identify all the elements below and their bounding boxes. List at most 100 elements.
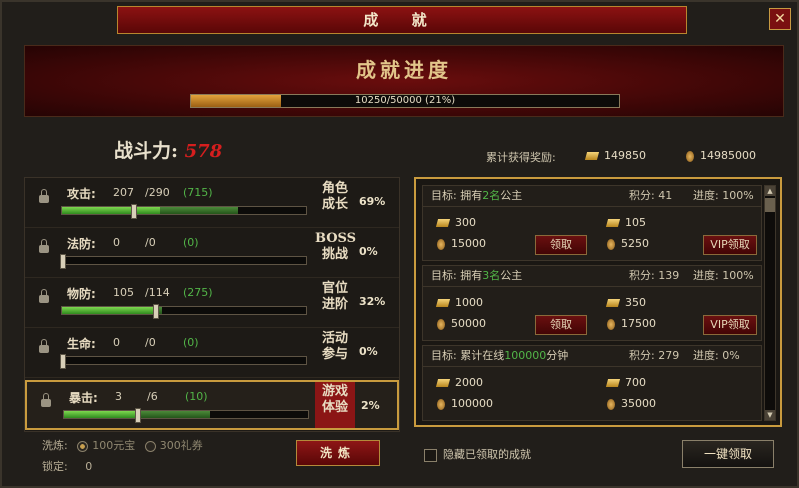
radio-coupon[interactable] xyxy=(144,440,156,452)
vip-claim-button[interactable]: VIP领取 xyxy=(703,235,757,255)
achievement-card: 目标: 累计在线100000分钟 积分: 279 进度: 0% 2000 100… xyxy=(422,345,762,421)
achievement-points: 积分: 139 xyxy=(629,269,680,282)
stat-slider-knob[interactable] xyxy=(135,408,142,423)
stat-row-hp[interactable]: 生命: 0 /0 (0) 活动 参与 0% xyxy=(25,328,399,378)
achievement-window: 成 就 ✕ 成就进度 10250/50000 (21%) 战斗力: 578 累计… xyxy=(0,0,799,488)
coin-icon xyxy=(686,150,694,162)
coin-icon xyxy=(607,398,615,410)
combat-power-label: 战斗力: xyxy=(114,140,179,162)
scroll-down-icon[interactable]: ▼ xyxy=(765,410,775,420)
lock-icon[interactable] xyxy=(39,339,49,353)
stat-extra: (0) xyxy=(183,336,199,349)
claim-all-button[interactable]: 一键领取 xyxy=(682,440,774,468)
wash-option-coupon[interactable]: 300礼券 xyxy=(160,439,203,452)
banner-title: 成就进度 xyxy=(356,58,452,82)
category-percent: 2% xyxy=(361,399,380,412)
stat-current: 3 xyxy=(115,390,122,403)
scroll-thumb[interactable] xyxy=(765,198,775,212)
category-percent: 32% xyxy=(359,295,386,308)
stat-bar xyxy=(63,408,309,423)
stats-panel: 攻击: 207 /290 (715) 角色 成长 69% 法防: 0 /0 (0)… xyxy=(24,177,400,432)
total-reward-coin: 14985000 xyxy=(686,149,756,162)
claim-button[interactable]: 领取 xyxy=(535,235,587,255)
category-line1: 游戏 xyxy=(321,384,348,399)
progress-banner: 成就进度 10250/50000 (21%) xyxy=(24,45,784,117)
scroll-up-icon[interactable]: ▲ xyxy=(765,186,775,196)
coin-icon xyxy=(437,238,445,250)
total-gold-value: 149850 xyxy=(604,149,646,162)
stat-row-magic-def[interactable]: 法防: 0 /0 (0) BOSS 挑战 0% xyxy=(25,228,399,278)
gold-ingot-icon xyxy=(605,299,621,307)
close-button[interactable]: ✕ xyxy=(769,8,791,30)
category-percent: 0% xyxy=(359,245,378,258)
stat-current: 207 xyxy=(113,186,134,199)
gold-ingot-icon xyxy=(435,299,451,307)
stat-max: /6 xyxy=(147,390,158,403)
total-reward-label: 累计获得奖励: xyxy=(486,151,556,164)
stat-row-crit[interactable]: 暴击: 3 /6 (10) 游戏 体验 2% xyxy=(25,380,399,430)
total-coin-value: 14985000 xyxy=(700,149,756,162)
claim-button[interactable]: 领取 xyxy=(535,315,587,335)
stat-name: 攻击: xyxy=(67,187,96,201)
lock-icon[interactable] xyxy=(39,189,49,203)
category-game-experience[interactable]: 游戏 体验 xyxy=(315,382,355,428)
vip-reward-gold: 700 xyxy=(605,376,646,389)
achievement-card: 目标: 拥有2名公主 积分: 41 进度: 100% 300 15000 105… xyxy=(422,185,762,261)
category-line2: 挑战 xyxy=(321,247,348,262)
combat-power: 战斗力: 578 xyxy=(114,136,222,163)
category-boss-challenge[interactable]: BOSS 挑战 xyxy=(315,231,356,273)
radio-yuanbao[interactable] xyxy=(77,440,89,452)
list-scrollbar[interactable]: ▲ ▼ xyxy=(764,185,776,421)
lock-icon[interactable] xyxy=(39,289,49,303)
stat-bar xyxy=(60,354,307,369)
hide-claimed-toggle[interactable]: 隐藏已领取的成就 xyxy=(424,446,531,462)
achievement-goal: 目标: 拥有3名公主 xyxy=(431,269,523,282)
lock-count: 锁定: 0 xyxy=(42,458,92,474)
lock-value: 0 xyxy=(85,460,93,473)
stat-extra: (715) xyxy=(183,186,213,199)
stat-name: 暴击: xyxy=(69,391,98,405)
category-event-participation[interactable]: 活动 参与 xyxy=(315,331,355,373)
hide-claimed-label: 隐藏已领取的成就 xyxy=(443,448,531,461)
hide-claimed-checkbox[interactable] xyxy=(424,448,437,462)
total-progress-bar: 10250/50000 (21%) xyxy=(190,94,620,108)
vip-reward-coin: 17500 xyxy=(607,317,656,330)
reward-gold: 300 xyxy=(435,216,476,229)
coin-icon xyxy=(437,398,445,410)
lock-icon[interactable] xyxy=(41,393,51,407)
stat-row-attack[interactable]: 攻击: 207 /290 (715) 角色 成长 69% xyxy=(25,178,399,228)
gold-ingot-icon xyxy=(605,219,621,227)
stat-slider-knob[interactable] xyxy=(60,254,66,269)
category-percent: 69% xyxy=(359,195,386,208)
stat-max: /0 xyxy=(145,236,156,249)
gold-ingot-icon xyxy=(435,219,451,227)
category-line2: 体验 xyxy=(321,400,348,415)
window-title: 成 就 xyxy=(117,6,687,34)
stat-row-phys-def[interactable]: 物防: 105 /114 (275) 官位 进阶 32% xyxy=(25,278,399,328)
achievement-progress: 进度: 0% xyxy=(693,349,740,362)
stat-current: 0 xyxy=(113,336,120,349)
category-role-growth[interactable]: 角色 成长 xyxy=(315,181,355,223)
stat-slider-knob[interactable] xyxy=(60,354,66,369)
achievement-points: 积分: 279 xyxy=(629,349,680,362)
vip-reward-gold: 105 xyxy=(605,216,646,229)
category-rank-advance[interactable]: 官位 进阶 xyxy=(315,281,355,323)
category-line2: 成长 xyxy=(321,197,348,212)
stat-extra: (0) xyxy=(183,236,199,249)
category-line2: 进阶 xyxy=(321,297,348,312)
achievement-progress: 进度: 100% xyxy=(693,269,754,282)
reward-coin: 50000 xyxy=(437,317,486,330)
lock-icon[interactable] xyxy=(39,239,49,253)
wash-button[interactable]: 洗炼 xyxy=(296,440,380,466)
stat-bar xyxy=(60,254,307,269)
vip-reward-coin: 35000 xyxy=(607,397,656,410)
stat-max: /0 xyxy=(145,336,156,349)
vip-claim-button[interactable]: VIP领取 xyxy=(703,315,757,335)
stat-slider-knob[interactable] xyxy=(130,204,137,219)
wash-option-yuanbao[interactable]: 100元宝 xyxy=(92,439,135,452)
stat-current: 105 xyxy=(113,286,134,299)
wash-label: 洗炼: xyxy=(42,439,68,452)
stat-slider-knob[interactable] xyxy=(152,304,159,319)
stat-bar xyxy=(61,304,307,319)
lock-label: 锁定: xyxy=(42,460,68,473)
